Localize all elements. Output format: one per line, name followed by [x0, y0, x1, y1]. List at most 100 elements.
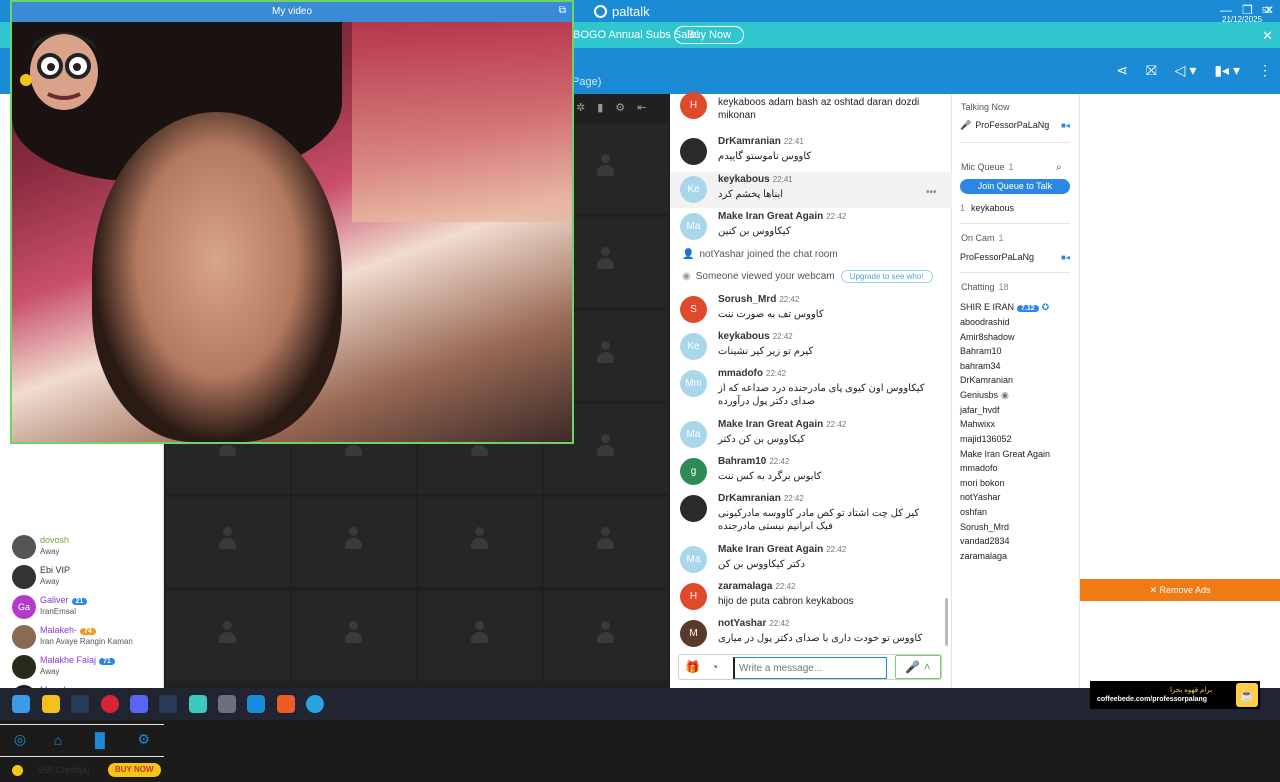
cam-tile[interactable] [166, 497, 290, 588]
message-time: 22:42 [772, 332, 793, 341]
user-name-text: Malakhe Falaj [40, 655, 97, 665]
chatting-user[interactable]: Sorush_Mrd [960, 522, 1009, 532]
video-cam-icon[interactable]: ■◂ [1061, 121, 1070, 130]
share-icon[interactable]: ⋖ [1116, 62, 1128, 79]
close-icon[interactable]: ✕ [1262, 28, 1273, 44]
chatting-user[interactable]: Geniusbs ◉ [960, 390, 1009, 401]
user-name-text: Malakeh- [40, 625, 78, 635]
windows-start-icon[interactable] [12, 695, 30, 713]
gear-icon[interactable]: ⚙ [615, 101, 625, 114]
message-time: 22:42 [783, 494, 804, 503]
message-input[interactable] [733, 657, 887, 679]
user-status: IranEmsal [40, 607, 77, 616]
speaker-icon[interactable]: ◁ ▾ [1175, 62, 1197, 79]
queue-user[interactable]: 1 keykabous [960, 203, 1014, 213]
message-time: 22:42 [766, 369, 787, 378]
opera-icon[interactable] [101, 695, 119, 713]
cam-tile[interactable] [418, 497, 542, 588]
chatting-user[interactable]: zaramalaga [960, 551, 1007, 561]
chatting-user[interactable]: mmadofo [960, 463, 998, 473]
gift-icon[interactable]: 🎁 [685, 660, 700, 674]
cam-tile[interactable] [292, 497, 416, 588]
settings-icon[interactable]: ⚙ [138, 731, 151, 748]
promo-buy-now-button[interactable]: Buy Now [674, 26, 745, 44]
queue-position: 1 [960, 203, 966, 213]
list-item[interactable]: Malakeh- 74 Iran Avaye Rangin Kaman [0, 622, 164, 652]
cam-tile[interactable] [544, 590, 668, 681]
cam-tile[interactable] [292, 590, 416, 681]
discord-icon[interactable] [130, 695, 148, 713]
chatting-user[interactable]: majid136052 [960, 434, 1012, 444]
chatting-count: 18 [998, 282, 1009, 292]
chatting-user[interactable]: vandad2834 [960, 536, 1010, 546]
gift-icon[interactable]: ⛝ [1146, 62, 1157, 79]
video-title: My video [271, 6, 312, 17]
chatting-user[interactable]: Amir8shadow [960, 332, 1015, 342]
paltalk-icon[interactable] [247, 695, 265, 713]
user-list: dovosh Away Ebi VIP Away Ga Galiver 21 Ir… [0, 532, 164, 712]
message-time: 22:42 [779, 295, 800, 304]
chatting-user[interactable]: Make Iran Great Again [960, 449, 1050, 459]
chatting-user[interactable]: DrKamranian [960, 375, 1013, 385]
microphone-button[interactable]: 🎤 ˄ [895, 655, 941, 679]
sender-name-text: notYashar [718, 618, 767, 629]
chatting-user[interactable]: jafar_hvdf [960, 405, 1000, 415]
divider [960, 142, 1070, 143]
telegram-icon[interactable] [306, 695, 324, 713]
chatting-user[interactable]: mori bokon [960, 478, 1005, 488]
message-text: دکتر کیکاووس بن کن [718, 559, 806, 570]
chatting-user[interactable]: Mahwixx [960, 419, 995, 429]
my-video-window[interactable]: My video ⧉ [10, 0, 574, 444]
on-cam-user[interactable]: ProFessorPaLaNg [960, 252, 1034, 262]
group-icon[interactable]: ✲ [576, 101, 585, 114]
camera-icon[interactable]: ▮◂ ▾ [1214, 62, 1240, 79]
list-item[interactable]: Ebi VIP Away [0, 562, 164, 592]
join-queue-button[interactable]: Join Queue to Talk [960, 179, 1070, 194]
steam-icon[interactable] [71, 695, 89, 713]
stage-tools: ✲ ▮ ⚙ ⇤ [576, 94, 646, 120]
user-name: Galiver 21 [40, 592, 164, 605]
cam-tile[interactable] [166, 590, 290, 681]
chatting-user[interactable]: notYashar [960, 492, 1000, 502]
chatting-user[interactable]: bahram34 [960, 361, 1001, 371]
chatting-user[interactable]: SHIR E IRAN 7.12 ✪ [960, 302, 1049, 313]
chatting-user[interactable]: Bahram10 [960, 346, 1002, 356]
chat-scrollbar[interactable] [945, 598, 948, 646]
home-icon[interactable]: ⌂ [54, 732, 62, 748]
chatting-user[interactable]: oshfan [960, 507, 987, 517]
cam-tile[interactable] [544, 497, 668, 588]
compass-icon[interactable]: ◎ [14, 731, 26, 748]
buy-credits-button[interactable]: BUY NOW [108, 763, 161, 777]
more-options-icon[interactable]: ••• [926, 187, 937, 198]
message-text: hijo de puta cabron keykaboos [718, 596, 854, 607]
talking-user[interactable]: 🎤 ProFessorPaLaNg [960, 120, 1049, 131]
search-icon[interactable]: ⌕ [1056, 162, 1062, 173]
avatar: Ma [680, 421, 707, 448]
file-explorer-icon[interactable] [42, 695, 60, 713]
message-time: 22:41 [772, 175, 793, 184]
list-item[interactable]: Ga Galiver 21 IranEmsal [0, 592, 164, 622]
stats-icon[interactable]: ▐▌ [90, 732, 110, 748]
video-icon[interactable]: ▮ [597, 101, 603, 114]
avatar [12, 625, 36, 649]
chatting-user[interactable]: aboodrashid [960, 317, 1010, 327]
system-clock[interactable]: 52 21/12/2025 [1222, 6, 1271, 24]
user-name-text: Galiver [40, 595, 69, 605]
sender-name-text: Make Iran Great Again [718, 419, 824, 430]
bottom-nav: ◎ ⌂ ▐▌ ⚙ [0, 724, 164, 754]
sticker-icon[interactable]: ◔ [711, 660, 718, 674]
list-item[interactable]: dovosh Away [0, 532, 164, 562]
video-cam-icon[interactable]: ■◂ [1061, 253, 1070, 262]
popout-icon[interactable]: ⧉ [559, 5, 566, 16]
clock-date: 21/12/2025 [1222, 15, 1263, 24]
exit-icon[interactable]: ⇤ [637, 101, 646, 114]
cam-tile[interactable] [418, 590, 542, 681]
app-icon[interactable] [189, 695, 207, 713]
remove-ads-button[interactable]: ✕ Remove Ads [1080, 579, 1280, 601]
list-item[interactable]: Malakhe Falaj 71 Away [0, 652, 164, 682]
steam-icon[interactable] [159, 695, 177, 713]
settings-icon[interactable] [218, 695, 236, 713]
brave-icon[interactable] [277, 695, 295, 713]
upgrade-button[interactable]: Upgrade to see who! [840, 270, 933, 283]
more-vertical-icon[interactable]: ⋮ [1258, 62, 1272, 79]
